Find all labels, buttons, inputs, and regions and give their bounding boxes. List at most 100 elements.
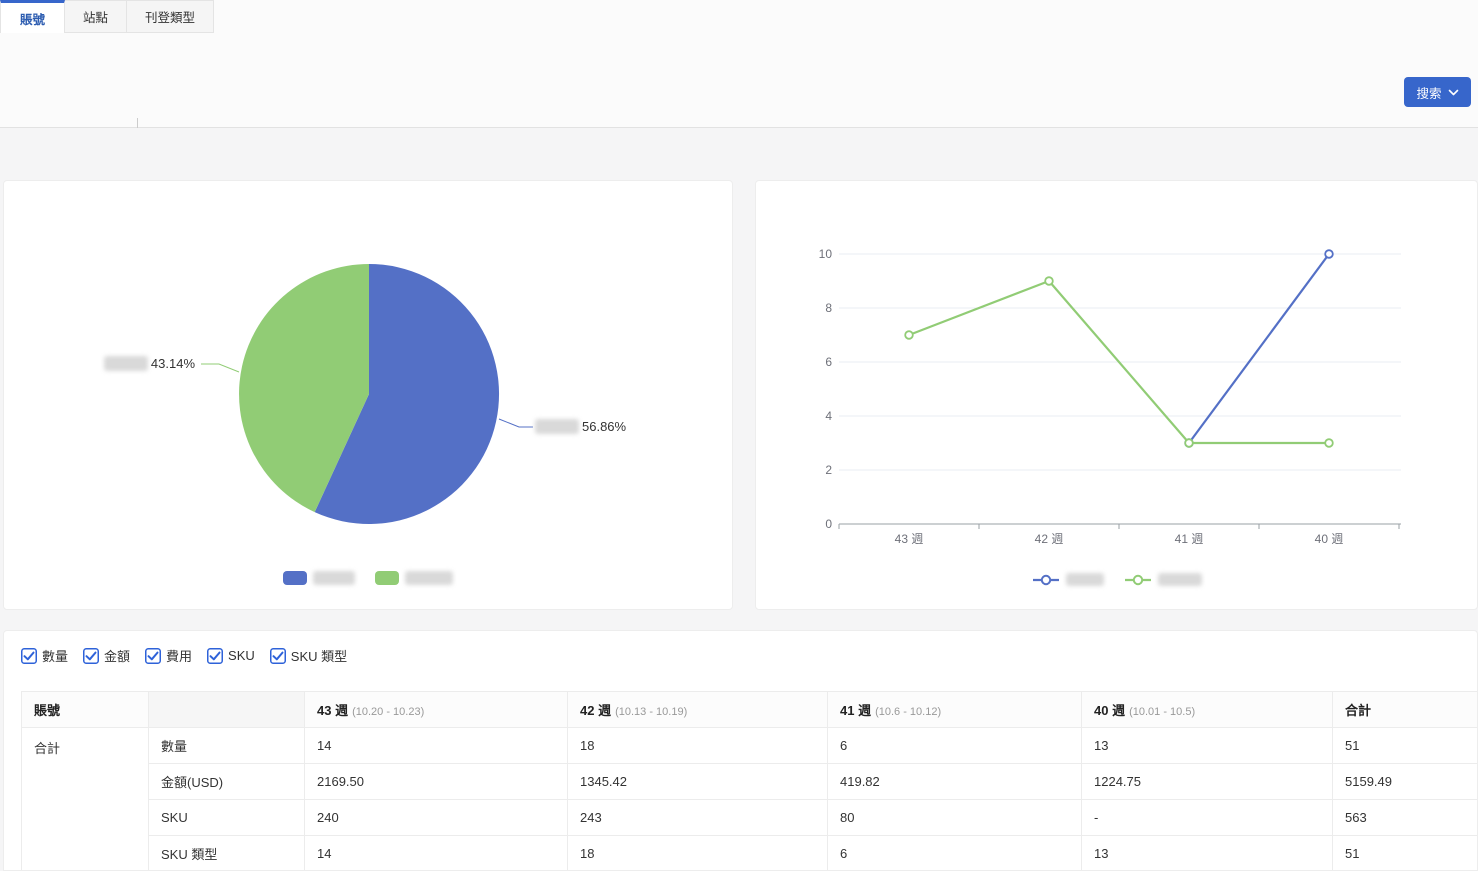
redacted-legend-name: [1065, 573, 1104, 586]
redacted-legend-name: [313, 571, 355, 585]
axis-tick-label: 43 週: [895, 532, 924, 546]
header-week-41: 41 週 (10.6 - 10.12): [827, 691, 1082, 728]
tab-listing-type[interactable]: 刊登類型: [127, 0, 214, 33]
tab-account[interactable]: 賬號: [0, 0, 65, 33]
line-marker-icon-blue: [1032, 574, 1059, 585]
pie-leader-line: [498, 418, 533, 428]
cell-value: -: [1081, 799, 1333, 836]
line-legend-item-green[interactable]: [1124, 573, 1202, 586]
checkbox-fee[interactable]: 費用: [145, 646, 192, 665]
checkbox-label: SKU: [228, 648, 255, 663]
pie-legend-item-green[interactable]: [375, 571, 453, 585]
tab-account-label: 賬號: [19, 12, 45, 27]
cell-value: 6: [827, 727, 1082, 764]
top-header-area: 賬號 站點 刊登類型 搜索: [0, 0, 1478, 128]
pie-label-green: 43.14%: [103, 356, 195, 371]
redacted-slice-name: [535, 419, 579, 434]
metric-filter-row: 數量 金額 費用 SKU SKU 類型: [21, 646, 347, 665]
cell-value: 80: [827, 799, 1082, 836]
header-account: 賬號: [21, 691, 149, 728]
axis-tick-label: 2: [825, 463, 832, 477]
checkbox-label: SKU 類型: [290, 649, 348, 664]
header-week-42: 42 週 (10.13 - 10.19): [567, 691, 828, 728]
cell-value: 51: [1332, 727, 1477, 764]
line-marker-icon-green: [1124, 574, 1151, 585]
metric-label: SKU: [148, 799, 305, 836]
cell-value: 1345.42: [567, 763, 828, 800]
table-row: SKU 240 243 80 - 563: [22, 799, 1477, 836]
legend-swatch-blue: [283, 571, 307, 585]
panel-divider-tick: [137, 118, 138, 128]
table-row: 金額(USD) 2169.50 1345.42 419.82 1224.75 5…: [22, 763, 1477, 800]
pie-chart-card: 43.14% 56.86%: [3, 180, 733, 610]
data-point-marker: [904, 330, 914, 340]
checked-checkbox-icon: [83, 647, 100, 664]
cell-value: 243: [567, 799, 828, 836]
checked-checkbox-icon: [269, 647, 286, 664]
line-legend: [756, 573, 1477, 586]
cell-value: 18: [567, 835, 828, 870]
axis-tick-label: 0: [825, 517, 832, 531]
tab-site-label: 站點: [82, 11, 108, 25]
summary-table-panel: 數量 金額 費用 SKU SKU 類型 賬號 43 週 (10.20 - 10.…: [3, 630, 1478, 871]
checked-checkbox-icon: [145, 647, 162, 664]
axis-tick-label: 4: [825, 409, 832, 423]
cell-value: 18: [567, 727, 828, 764]
table-row: SKU 類型 14 18 6 13 51: [22, 835, 1477, 870]
cell-value: 13: [1081, 835, 1333, 870]
cell-value: 2169.50: [304, 763, 568, 800]
redacted-slice-name: [103, 356, 148, 371]
tab-bar: 賬號 站點 刊登類型: [0, 0, 214, 33]
data-point-marker: [1324, 249, 1334, 259]
pie-label-blue: 56.86%: [535, 419, 626, 434]
row-group-total: 合計: [21, 727, 149, 870]
checkbox-label: 數量: [42, 649, 69, 664]
line-legend-item-blue[interactable]: [1032, 573, 1104, 586]
axis-tick-label: 6: [825, 355, 832, 369]
checked-checkbox-icon: [21, 647, 37, 664]
cell-value: 6: [827, 835, 1082, 870]
checkbox-label: 費用: [166, 649, 193, 664]
cell-value: 419.82: [827, 763, 1082, 800]
line-series: [1188, 253, 1330, 444]
axis-tick-label: 8: [825, 301, 832, 315]
header-week-40: 40 週 (10.01 - 10.5): [1081, 691, 1333, 728]
pie-legend: [4, 571, 732, 585]
checkbox-sku[interactable]: SKU: [207, 647, 255, 664]
checked-checkbox-icon: [207, 647, 224, 664]
tab-listing-type-label: 刊登類型: [144, 11, 195, 25]
checkbox-sku-type[interactable]: SKU 類型: [269, 646, 348, 665]
search-button[interactable]: 搜索: [1404, 77, 1471, 107]
axis-tick-label: 40 週: [1315, 532, 1344, 546]
cell-value: 5159.49: [1332, 763, 1477, 800]
redacted-legend-name: [405, 571, 453, 585]
weekly-summary-table: 賬號 43 週 (10.20 - 10.23) 42 週 (10.13 - 10.1…: [21, 691, 1477, 870]
metric-label: 金額(USD): [148, 763, 305, 800]
line-chart: 0 2 4 6 8 10 43 週 42 週 41 週 40 週: [819, 247, 1401, 546]
pie-leader-line: [201, 363, 240, 373]
line-chart-card: 0 2 4 6 8 10 43 週 42 週 41 週 40 週: [755, 180, 1478, 610]
search-button-label: 搜索: [1416, 86, 1442, 101]
table-row: 合計 數量 14 18 6 13 51: [21, 727, 1477, 870]
tab-site[interactable]: 站點: [65, 0, 127, 33]
cell-value: 14: [304, 835, 568, 870]
checkbox-amount[interactable]: 金額: [83, 646, 130, 665]
pie-legend-item-blue[interactable]: [283, 571, 355, 585]
pie-percent-blue: 56.86%: [582, 419, 627, 434]
header-week-43: 43 週 (10.20 - 10.23): [304, 691, 568, 728]
legend-swatch-green: [375, 571, 399, 585]
axis-tick-label: 42 週: [1035, 532, 1064, 546]
pie-percent-green: 43.14%: [150, 356, 195, 371]
table-header-empty: [148, 691, 305, 728]
data-point-marker: [1044, 276, 1054, 286]
header-total: 合計: [1332, 691, 1477, 728]
pie-chart: [201, 264, 533, 524]
checkbox-quantity[interactable]: 數量: [21, 646, 68, 665]
chevron-down-icon: [1448, 89, 1458, 95]
cell-value: 1224.75: [1081, 763, 1333, 800]
cell-value: 51: [1332, 835, 1477, 870]
metric-label: SKU 類型: [148, 835, 305, 870]
checkbox-label: 金額: [104, 649, 131, 664]
axis-tick-label: 41 週: [1175, 532, 1204, 546]
table-header-row: 賬號 43 週 (10.20 - 10.23) 42 週 (10.13 - 10.1…: [21, 691, 1477, 728]
